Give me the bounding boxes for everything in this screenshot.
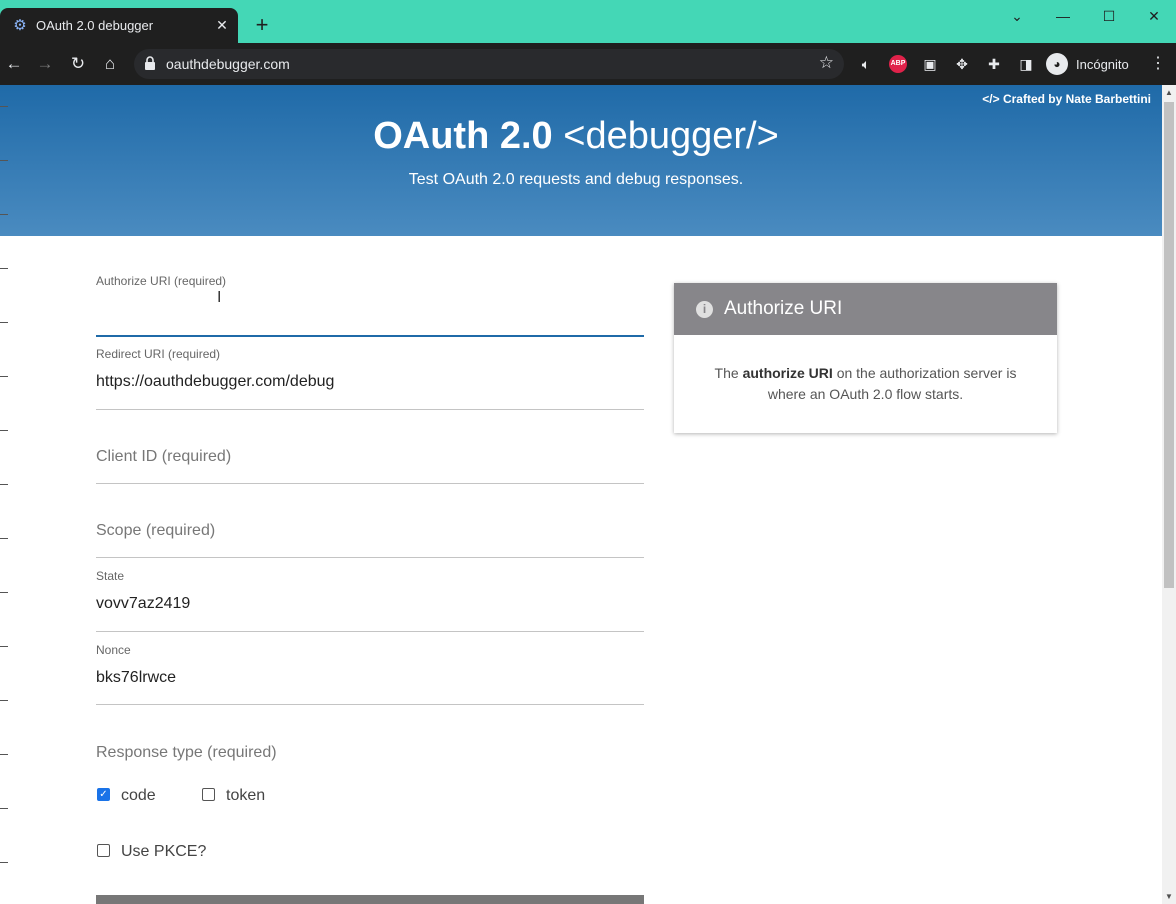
page-title: OAuth 2.0 <debugger/> xyxy=(0,115,1152,158)
state-field[interactable]: State vovv7az2419 xyxy=(96,562,644,632)
browser-toolbar: ← → ↻ ⌂ oauthdebugger.com ☆ 🔈︎ ABP ▣ ✥ ✚… xyxy=(0,43,1176,85)
response-type-label: Response type (required) xyxy=(96,744,277,761)
scroll-up-icon[interactable]: ▲ xyxy=(1165,88,1173,97)
address-bar[interactable]: oauthdebugger.com ☆ xyxy=(134,49,844,79)
minimize-icon[interactable]: — xyxy=(1053,6,1073,26)
response-token-label: token xyxy=(226,787,266,804)
profile-button[interactable]: ◕ Incógnito xyxy=(1046,51,1129,77)
page-subtitle: Test OAuth 2.0 requests and debug respon… xyxy=(408,171,744,188)
info-card: i Authorize URI The authorize URI on the… xyxy=(674,283,1057,433)
url-text: oauthdebugger.com xyxy=(166,56,290,72)
page-scrollbar[interactable]: ▲ ▼ xyxy=(1162,85,1176,904)
incognito-icon: ◕ xyxy=(1046,53,1068,75)
use-pkce-label: Use PKCE? xyxy=(121,843,207,860)
lock-icon xyxy=(145,56,155,70)
info-card-header: i Authorize URI xyxy=(674,283,1057,335)
nonce-value: bks76lrwce xyxy=(96,669,177,686)
redirect-uri-value: https://oauthdebugger.com/debug xyxy=(96,373,335,390)
use-pkce-checkbox[interactable] xyxy=(97,844,110,857)
hero-banner: </> Crafted by Nate Barbettini OAuth 2.0… xyxy=(0,85,1162,236)
scrollbar-thumb[interactable] xyxy=(1164,102,1174,588)
close-tab-icon[interactable]: ✕ xyxy=(214,17,230,33)
client-id-field[interactable]: Client ID (required) xyxy=(96,414,644,484)
page-content: </> Crafted by Nate Barbettini OAuth 2.0… xyxy=(0,85,1162,904)
authorize-uri-field[interactable]: Authorize URI (required) I xyxy=(96,267,644,337)
tab-title: OAuth 2.0 debugger xyxy=(36,18,154,33)
title-brand: OAuth 2.0 xyxy=(373,115,553,157)
close-window-icon[interactable]: ✕ xyxy=(1144,6,1164,26)
new-tab-button[interactable]: + xyxy=(252,14,272,36)
browser-tab[interactable]: ⚙ OAuth 2.0 debugger ✕ xyxy=(0,8,238,43)
left-ruler xyxy=(0,85,10,904)
home-icon[interactable]: ⌂ xyxy=(99,53,121,75)
response-token-checkbox[interactable] xyxy=(202,788,215,801)
shield-extension-icon[interactable]: ▣ xyxy=(920,54,940,74)
info-text-bold: authorize URI xyxy=(742,365,833,381)
browser-titlebar: ⚙ OAuth 2.0 debugger ✕ + ⌄ — ☐ ✕ xyxy=(0,0,1176,43)
menu-dots-icon[interactable]: ⋮ xyxy=(1150,53,1166,75)
credit-link[interactable]: </> Crafted by Nate Barbettini xyxy=(982,92,1151,106)
info-card-text: The authorize URI on the authorization s… xyxy=(674,335,1057,405)
extension-target-icon[interactable]: ✥ xyxy=(952,54,972,74)
puzzle-extensions-icon[interactable]: ✚ xyxy=(984,54,1004,74)
nonce-field[interactable]: Nonce bks76lrwce xyxy=(96,635,644,705)
bookmark-star-icon[interactable]: ☆ xyxy=(819,53,834,73)
text-cursor-icon: I xyxy=(217,289,222,306)
scroll-down-icon[interactable]: ▼ xyxy=(1165,892,1173,901)
state-label: State xyxy=(96,569,125,583)
info-icon: i xyxy=(696,300,713,318)
client-id-label: Client ID (required) xyxy=(96,448,232,465)
authorize-uri-label: Authorize URI (required) xyxy=(96,274,227,288)
send-request-button[interactable] xyxy=(96,895,644,904)
redirect-uri-field[interactable]: Redirect URI (required) https://oauthdeb… xyxy=(96,340,644,410)
reload-icon[interactable]: ↻ xyxy=(67,53,89,75)
audio-icon[interactable]: 🔈︎ xyxy=(856,54,876,74)
info-text-prefix: The xyxy=(714,365,739,381)
forward-arrow-icon[interactable]: → xyxy=(34,53,56,75)
title-tag: <debugger/> xyxy=(563,115,779,157)
maximize-icon[interactable]: ☐ xyxy=(1099,6,1119,26)
profile-label: Incógnito xyxy=(1076,56,1129,72)
scope-label: Scope (required) xyxy=(96,522,216,539)
info-card-title: Authorize URI xyxy=(724,298,843,319)
state-value: vovv7az2419 xyxy=(96,595,191,612)
nonce-label: Nonce xyxy=(96,643,131,657)
redirect-uri-label: Redirect URI (required) xyxy=(96,347,221,361)
response-code-checkbox[interactable]: ✓ xyxy=(97,788,110,801)
back-arrow-icon[interactable]: ← xyxy=(3,53,25,75)
side-panel-icon[interactable]: ◨ xyxy=(1016,54,1036,74)
tab-search-icon[interactable]: ⌄ xyxy=(1007,6,1027,26)
response-code-label: code xyxy=(121,787,156,804)
gear-icon: ⚙ xyxy=(13,16,27,34)
adblock-plus-icon[interactable]: ABP xyxy=(889,55,907,73)
scope-field[interactable]: Scope (required) xyxy=(96,488,644,558)
